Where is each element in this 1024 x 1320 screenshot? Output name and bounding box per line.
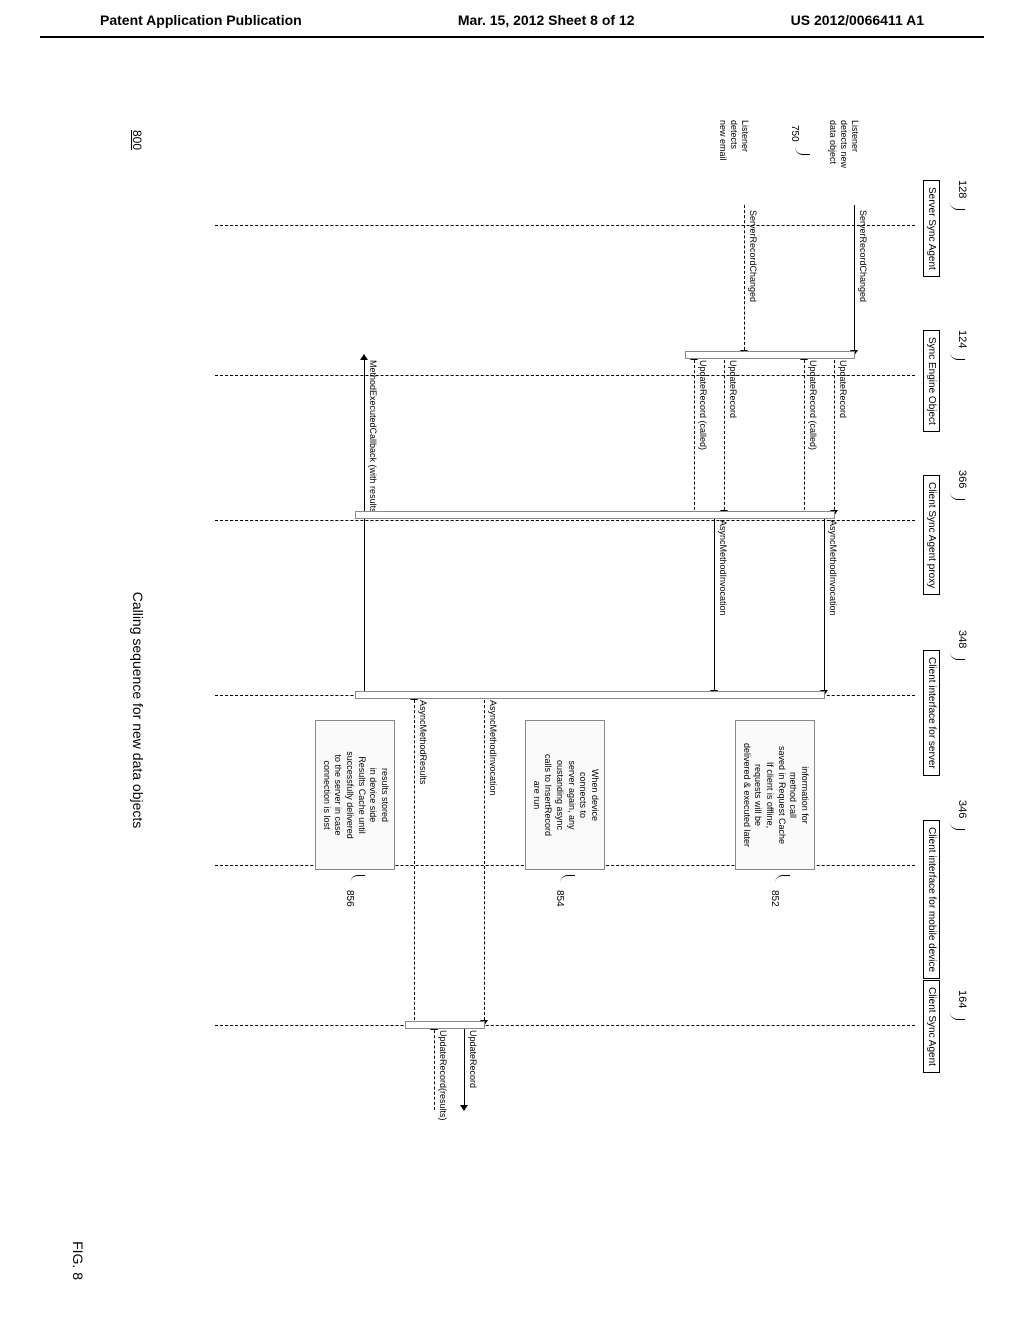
lifeline-p3 xyxy=(215,520,915,521)
participant-p2: Sync Engine Object xyxy=(923,330,940,432)
ref-p4: 348 xyxy=(956,630,968,648)
message-arrow-10 xyxy=(414,695,415,1025)
sequence-number: 800 xyxy=(130,130,144,150)
participant-p1: Server Sync Agent xyxy=(923,180,940,277)
note-box-1: When device connects to server again, an… xyxy=(525,720,605,870)
diagram-area: Server Sync Agent128Sync Engine Object12… xyxy=(50,120,950,1300)
header-left: Patent Application Publication xyxy=(100,12,302,28)
side-note-0: Listener detects new data object xyxy=(828,120,860,168)
message-arrow-5 xyxy=(724,355,725,515)
message-label-9: UpdateRecord xyxy=(468,1030,478,1088)
note-ref-2: 856 xyxy=(344,890,355,907)
message-label-6: UpdateRecord (called) xyxy=(698,360,708,450)
message-arrow-1 xyxy=(834,355,835,515)
participant-p3: Client Sync Agent proxy xyxy=(923,475,940,595)
activation-0 xyxy=(685,351,855,359)
participant-p4: Client interface for server xyxy=(923,650,940,776)
message-arrow-2 xyxy=(804,355,805,515)
activation-2 xyxy=(355,691,825,699)
message-label-10: AsyncMethodResults xyxy=(418,700,428,785)
figure-label: FIG. 8 xyxy=(70,1241,86,1280)
note-ref-1: 854 xyxy=(554,890,565,907)
message-label-3: AsyncMethodInvocation xyxy=(828,520,838,616)
note-ref-0: 852 xyxy=(769,890,780,907)
participant-p6: Client Sync Agent xyxy=(923,980,940,1073)
message-label-4: ServerRecordChanged xyxy=(748,210,758,302)
figure-caption: Calling sequence for new data objects xyxy=(130,120,146,1300)
message-label-1: UpdateRecord xyxy=(838,360,848,418)
message-arrow-0 xyxy=(854,205,855,355)
activation-3 xyxy=(405,1021,485,1029)
lifeline-p6 xyxy=(215,1025,915,1026)
ref-p1: 128 xyxy=(956,180,968,198)
header-right: US 2012/0066411 A1 xyxy=(791,12,924,28)
message-label-7: AsyncMethodInvocation xyxy=(718,520,728,616)
lifeline-p1 xyxy=(215,225,915,226)
activation-1 xyxy=(355,511,835,519)
participant-p5: Client interface for mobile device xyxy=(923,820,940,979)
header-center: Mar. 15, 2012 Sheet 8 of 12 xyxy=(458,12,635,28)
ref-750: 750 xyxy=(789,125,800,142)
message-arrow-9 xyxy=(464,1025,465,1110)
message-arrow-11 xyxy=(434,1025,435,1110)
side-note-1: Listener detects new email xyxy=(718,120,750,161)
ref-p6: 164 xyxy=(956,990,968,1008)
message-label-12: MethodExecutedCallback (with results) xyxy=(368,360,378,516)
message-label-11: UpdateRecord(results) xyxy=(438,1030,448,1121)
message-label-2: UpdateRecord (called) xyxy=(808,360,818,450)
message-arrow-6 xyxy=(694,355,695,515)
message-label-8: AsyncMethodInvocation xyxy=(488,700,498,796)
note-box-2: results stored in device side Results Ca… xyxy=(315,720,395,870)
ref-p2: 124 xyxy=(956,330,968,348)
message-label-5: UpdateRecord xyxy=(728,360,738,418)
message-arrow-8 xyxy=(484,695,485,1025)
message-arrow-3 xyxy=(824,515,825,695)
ref-p5: 346 xyxy=(956,800,968,818)
note-box-0: information for method call saved in Req… xyxy=(735,720,815,870)
message-arrow-12 xyxy=(364,355,365,695)
message-label-0: ServerRecordChanged xyxy=(858,210,868,302)
ref-p3: 366 xyxy=(956,470,968,488)
message-arrow-7 xyxy=(714,515,715,695)
message-arrow-4 xyxy=(744,205,745,355)
page-header: Patent Application Publication Mar. 15, … xyxy=(40,0,984,38)
